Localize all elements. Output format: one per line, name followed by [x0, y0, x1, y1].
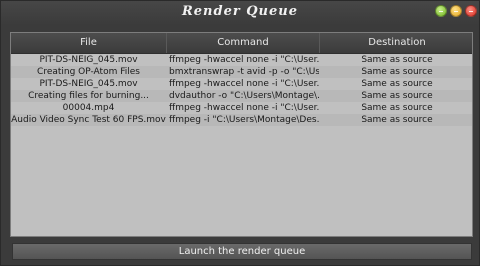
table-row[interactable]: Creating files for burning... dvdauthor …	[11, 90, 472, 102]
table-row[interactable]: PIT-DS-NEIG_045.mov ffmpeg -hwaccel none…	[11, 54, 472, 66]
column-header-command[interactable]: Command	[167, 33, 320, 53]
command-cell: dvdauthor -o "C:\Users\Montage\...	[169, 91, 319, 101]
minimize-icon[interactable]	[435, 5, 447, 17]
window-title: Render Queue	[181, 4, 299, 19]
render-queue-window: Render Queue File Command Destination PI…	[0, 0, 480, 266]
column-header-destination[interactable]: Destination	[320, 33, 472, 53]
file-cell: PIT-DS-NEIG_045.mov	[39, 55, 138, 65]
destination-cell: Same as source	[361, 91, 433, 101]
command-cell: bmxtranswrap -t avid -p -o "C:\Us...	[169, 67, 319, 77]
table-row[interactable]: Creating OP-Atom Files bmxtranswrap -t a…	[11, 66, 472, 78]
file-cell: Audio Video Sync Test 60 FPS.mov	[11, 115, 166, 125]
command-cell: ffmpeg -hwaccel none -i "C:\User...	[169, 55, 319, 65]
file-cell: 00004.mp4	[62, 103, 115, 113]
table-header: File Command Destination	[11, 33, 472, 54]
destination-cell: Same as source	[361, 103, 433, 113]
destination-cell: Same as source	[361, 67, 433, 77]
file-cell: PIT-DS-NEIG_045.mov	[39, 79, 138, 89]
destination-cell: Same as source	[361, 115, 433, 125]
maximize-icon[interactable]	[450, 5, 462, 17]
file-cell: Creating OP-Atom Files	[37, 67, 140, 77]
table-body: PIT-DS-NEIG_045.mov ffmpeg -hwaccel none…	[11, 54, 472, 126]
column-header-file[interactable]: File	[11, 33, 167, 53]
launch-render-queue-button[interactable]: Launch the render queue	[12, 243, 472, 260]
render-queue-table: File Command Destination PIT-DS-NEIG_045…	[10, 32, 473, 237]
command-cell: ffmpeg -i "C:\Users\Montage\Des...	[169, 115, 319, 125]
command-cell: ffmpeg -hwaccel none -i "C:\User...	[169, 103, 319, 113]
table-row[interactable]: PIT-DS-NEIG_045.mov ffmpeg -hwaccel none…	[11, 78, 472, 90]
close-icon[interactable]	[465, 5, 477, 17]
table-row[interactable]: Audio Video Sync Test 60 FPS.mov ffmpeg …	[11, 114, 472, 126]
table-row[interactable]: 00004.mp4 ffmpeg -hwaccel none -i "C:\Us…	[11, 102, 472, 114]
destination-cell: Same as source	[361, 55, 433, 65]
title-bar[interactable]: Render Queue	[1, 1, 479, 25]
command-cell: ffmpeg -hwaccel none -i "C:\User...	[169, 79, 319, 89]
file-cell: Creating files for burning...	[28, 91, 149, 101]
destination-cell: Same as source	[361, 79, 433, 89]
